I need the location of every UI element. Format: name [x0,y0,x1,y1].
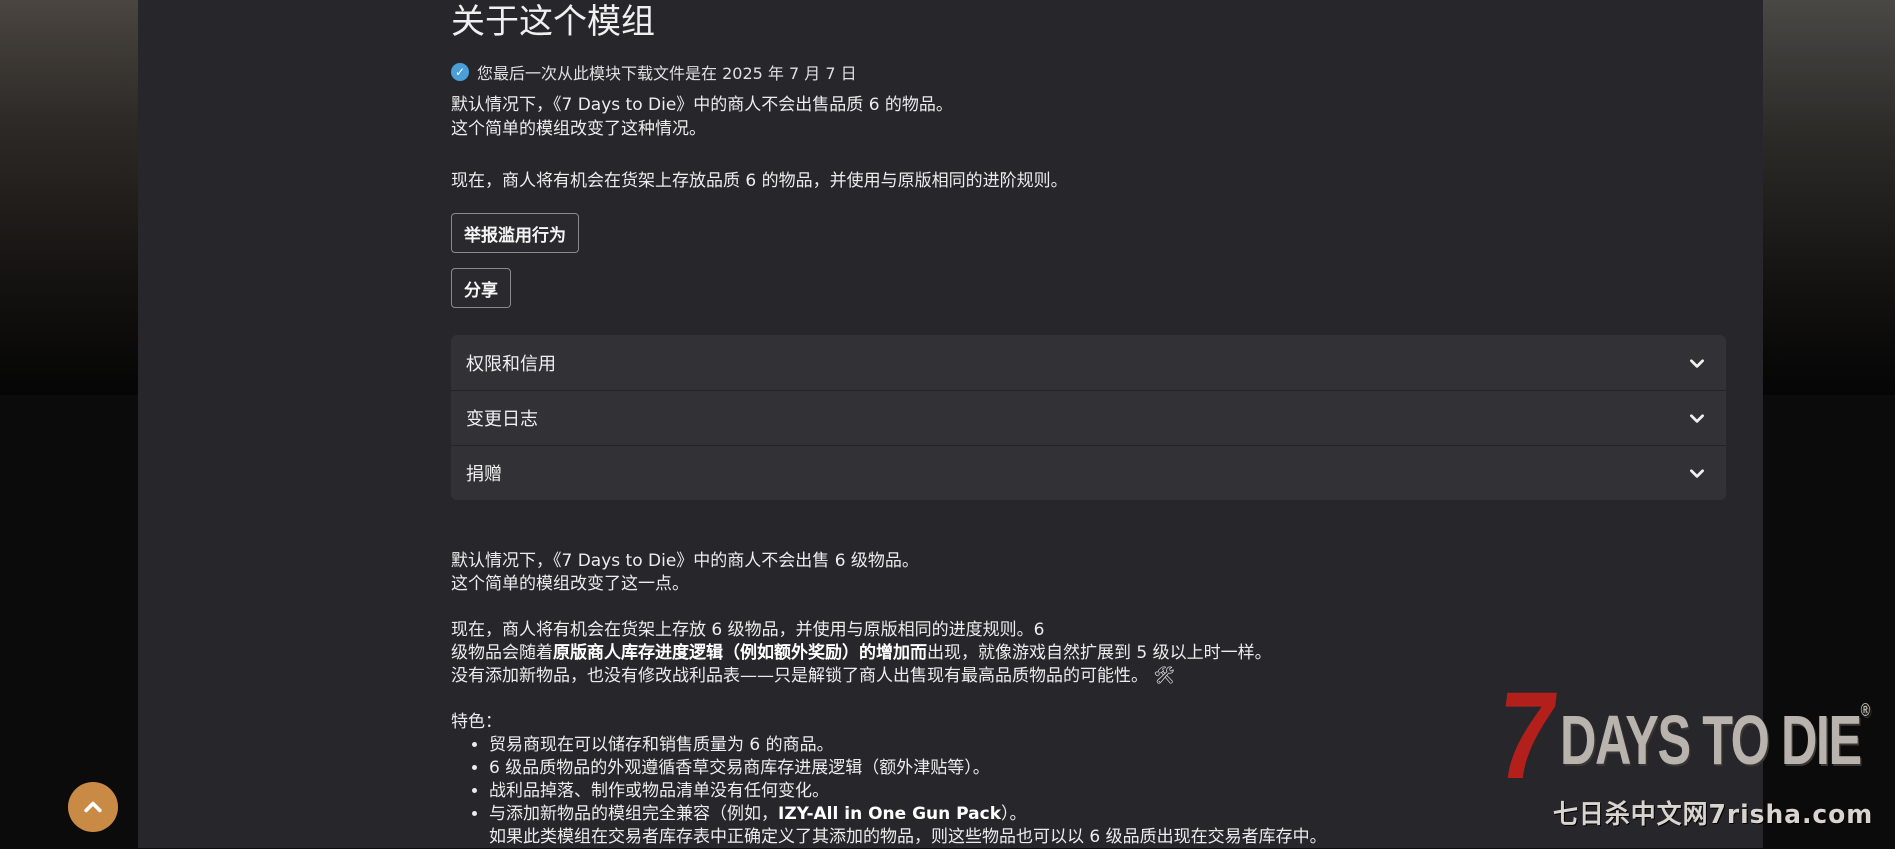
description-line: 级物品会随着原版商人库存进度逻辑（例如额外奖励）的增加而出现，就像游戏自然扩展到… [451,642,1327,665]
chevron-down-icon [1690,358,1704,368]
summary-line: 现在，商人将有机会在货架上存放品质 6 的物品，并使用与原版相同的进阶规则。 [451,171,1068,191]
accordion-changelog[interactable]: 变更日志 [451,390,1726,445]
summary-line: 默认情况下，《7 Days to Die》中的商人不会出售品质 6 的物品。 [451,95,953,115]
7dtd-watermark-logo: 7 DAYS TO DIE® 七日杀中文网7risha.com [1489,667,1893,838]
feature-text: 如果此类模组在交易者库存表中正确定义了其添加的物品，则这些物品也可以以 6 级品… [489,827,1327,847]
share-button[interactable]: 分享 [451,268,511,308]
feature-item: 战利品掉落、制作或物品清单没有任何变化。 [489,780,1327,803]
features-list: 贸易商现在可以储存和销售质量为 6 的商品。 6 级品质物品的外观遵循香草交易商… [451,734,1327,849]
mod-description: 默认情况下，《7 Days to Die》中的商人不会出售 6 级物品。 这个简… [451,550,1327,849]
accordion-label: 权限和信用 [466,353,556,375]
description-line: 默认情况下，《7 Days to Die》中的商人不会出售 6 级物品。 [451,551,919,571]
mod-link-text: IZY-All in One Gun Pack [778,804,1002,824]
download-notice-text: 您最后一次从此模块下载文件是在 2025 年 7 月 7 日 [477,64,857,83]
description-text: 级物品会随着 [451,643,553,663]
chevron-down-icon [1690,469,1704,478]
feature-item: 与添加新物品的模组完全兼容（例如，IZY-All in One Gun Pack… [489,803,1327,849]
logo-subtitle: 七日杀中文网7risha.com [1553,800,1874,830]
summary-line: 这个简单的模组改变了这种情况。 [451,119,706,139]
feature-text: 与添加新物品的模组完全兼容（例如， [489,804,778,824]
feature-text: ）。 [1001,804,1027,824]
chevron-down-icon [1690,414,1704,423]
description-bold-text: 原版商人库存进度逻辑（例如额外奖励）的增加而 [553,643,927,663]
background-left [0,0,138,395]
accordion-label: 捐赠 [466,464,502,485]
feature-item: 贸易商现在可以储存和销售质量为 6 的商品。 [489,734,1327,757]
description-line: 没有添加新物品，也没有修改战利品表——只是解锁了商人出售现有最高品质物品的可能性… [451,666,1175,686]
description-line: 现在，商人将有机会在货架上存放 6 级物品，并使用与原版相同的进度规则。6 [451,620,1045,640]
chevron-up-icon [84,801,102,813]
features-heading: 特色： [451,712,502,732]
accordion-donations[interactable]: 捐赠 [451,445,1726,500]
download-notice: ✓ 您最后一次从此模块下载文件是在 2025 年 7 月 7 日 [451,60,857,84]
description-line: 这个简单的模组改变了这一点。 [451,574,689,594]
info-accordion: 权限和信用 变更日志 捐赠 [451,335,1726,500]
report-abuse-button[interactable]: 举报滥用行为 [451,213,579,253]
background-right [1763,0,1895,395]
check-circle-icon: ✓ [451,63,469,81]
scroll-to-top-button[interactable] [68,782,118,832]
logo-title: DAYS TO DIE® [1560,700,1870,779]
feature-item: 6 级品质物品的外观遵循香草交易商库存进展逻辑（额外津贴等）。 [489,757,1327,780]
accordion-permissions[interactable]: 权限和信用 [451,335,1726,390]
page-title: 关于这个模组 [451,2,655,42]
accordion-label: 变更日志 [466,409,538,430]
description-text: 出现，就像游戏自然扩展到 5 级以上时一样。 [927,643,1272,663]
